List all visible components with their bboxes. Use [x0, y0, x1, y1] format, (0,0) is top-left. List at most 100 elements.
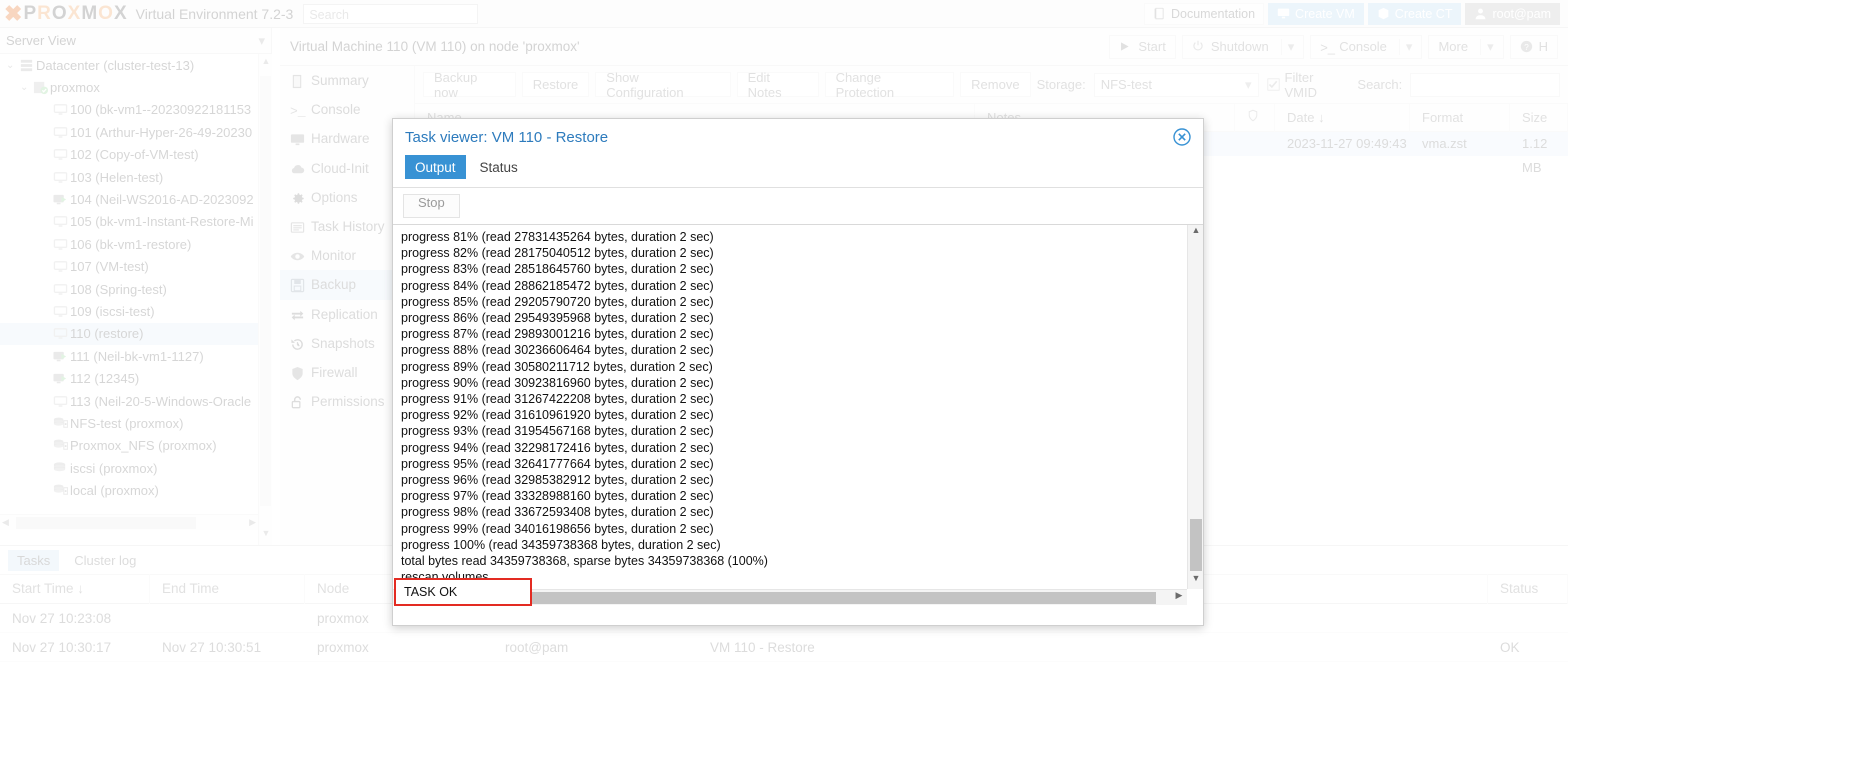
stop-button[interactable]: Stop [403, 194, 460, 218]
tree-item-103[interactable]: 103 (Helen-test) [0, 166, 271, 188]
scroll-right-icon[interactable]: ▶ [1171, 590, 1187, 606]
start-button[interactable]: Start [1109, 34, 1176, 59]
tree-item-107[interactable]: 107 (VM-test) [0, 256, 271, 278]
tab-cluster-log[interactable]: Cluster log [65, 550, 145, 571]
tree-item-100[interactable]: 100 (bk-vm1--20230922181153 [0, 99, 271, 121]
scroll-right-icon[interactable]: ▶ [249, 517, 256, 528]
log-line: progress 99% (read 34016198656 bytes, du… [401, 521, 714, 536]
create-vm-button[interactable]: Create VM [1268, 2, 1364, 25]
cell-start-time: Nov 27 10:23:08 [12, 610, 112, 626]
chevron-down-icon[interactable]: ▾ [1398, 38, 1412, 55]
status-badge [1488, 604, 1568, 633]
vm-menu-item-summary[interactable]: Summary [280, 66, 414, 95]
change-protection-button[interactable]: Change Protection [824, 70, 955, 100]
column-status[interactable]: Status [1488, 574, 1568, 604]
show-configuration-button[interactable]: Show Configuration [595, 70, 731, 100]
table-row[interactable]: Nov 27 10:30:17 Nov 27 10:30:51 proxmox roo… [0, 633, 1568, 662]
product-version-label: Virtual Environment 7.2-3 [135, 5, 294, 22]
shield-icon [1247, 104, 1260, 121]
tree-item-datacenter[interactable]: ⌄ Datacenter (cluster-test-13) [0, 54, 271, 76]
documentation-button[interactable]: Documentation [1143, 2, 1265, 25]
tree-item-102[interactable]: 102 (Copy-of-VM-test) [0, 144, 271, 166]
edit-notes-button[interactable]: Edit Notes [736, 70, 819, 100]
help-label: H [1538, 39, 1548, 54]
tree-item-109[interactable]: 109 (iscsi-test) [0, 300, 271, 322]
scrollbar-thumb[interactable] [16, 517, 196, 529]
tab-status[interactable]: Status [470, 155, 528, 179]
tree-item-label: 112 (12345) [70, 371, 140, 387]
filter-vmid-checkbox[interactable]: Filter VMID [1266, 70, 1350, 100]
remove-button[interactable]: Remove [960, 72, 1031, 97]
storage-select[interactable]: NFS-test ▾ [1093, 72, 1259, 97]
tree-horizontal-scrollbar[interactable]: ◀ ▶ [0, 514, 258, 530]
shutdown-button[interactable]: Shutdown ▾ [1181, 34, 1305, 59]
console-label: Console [1339, 39, 1387, 54]
vm-icon [53, 170, 70, 185]
vm-running-icon [53, 371, 70, 386]
global-search-input[interactable]: Search [303, 3, 479, 24]
log-line: progress 89% (read 30580211712 bytes, du… [401, 359, 713, 374]
tree-item-nfstest[interactable]: NFS-test (proxmox) [0, 412, 271, 434]
close-icon[interactable] [1173, 128, 1191, 146]
tree-item-proxmox[interactable]: ⌄ proxmox [0, 76, 271, 98]
tree-item-label: 106 (bk-vm1-restore) [70, 236, 192, 252]
tree-item-106[interactable]: 106 (bk-vm1-restore) [0, 233, 271, 255]
tree-item-113[interactable]: 113 (Neil-20-5-Windows-Oracle [0, 390, 271, 412]
console-button[interactable]: >_ Console ▾ [1310, 34, 1423, 59]
tab-tasks[interactable]: Tasks [8, 549, 60, 571]
more-button[interactable]: More ▾ [1428, 34, 1504, 59]
chevron-down-icon[interactable]: ⌄ [6, 60, 19, 71]
column-size[interactable]: Size [1510, 103, 1568, 132]
tree-item-110[interactable]: 110 (restore) [0, 322, 271, 346]
tree-item-111[interactable]: 111 (Neil-bk-vm1-1127) [0, 345, 271, 367]
chevron-down-icon[interactable]: ▾ [1280, 38, 1294, 55]
tree-item-104[interactable]: 104 (Neil-WS2016-AD-2023092 [0, 188, 271, 210]
view-selector[interactable]: Server View ▾ [0, 28, 272, 54]
tree-item-label: 102 (Copy-of-VM-test) [70, 147, 199, 163]
user-menu-button[interactable]: root@pam [1465, 2, 1560, 25]
scroll-up-icon[interactable]: ▲ [1188, 225, 1204, 241]
chevron-down-icon[interactable]: ▾ [1480, 38, 1494, 55]
tree-item-105[interactable]: 105 (bk-vm1-Instant-Restore-Mi [0, 211, 271, 233]
column-start-time[interactable]: Start Time ↓ [0, 574, 150, 604]
scrollbar-thumb[interactable] [260, 76, 271, 506]
column-format[interactable]: Format [1410, 103, 1510, 132]
column-date[interactable]: Date ↓ [1275, 103, 1410, 132]
vm-menu-item-label: Replication [311, 306, 378, 322]
scroll-down-icon[interactable]: ▼ [1188, 573, 1204, 589]
column-end-time[interactable]: End Time [150, 574, 305, 604]
log-vertical-scrollbar[interactable]: ▲ ▼ [1187, 225, 1203, 589]
tree-item-local[interactable]: local (proxmox) [0, 479, 271, 501]
list-icon [290, 220, 305, 233]
backup-search-input[interactable] [1410, 72, 1561, 97]
tree-item-iscsi[interactable]: iscsi (proxmox) [0, 457, 271, 479]
tree-item-proxmoxnfs[interactable]: Proxmox_NFS (proxmox) [0, 435, 271, 457]
scrollbar-thumb[interactable] [1190, 519, 1202, 571]
scroll-left-icon[interactable]: ◀ [2, 517, 9, 528]
tree-item-101[interactable]: 101 (Arthur-Hyper-26-49-20230 [0, 121, 271, 143]
tab-output[interactable]: Output [405, 155, 466, 179]
scroll-up-icon[interactable]: ▲ [259, 56, 273, 74]
create-ct-button[interactable]: Create CT [1367, 2, 1462, 25]
create-ct-label: Create CT [1394, 6, 1453, 21]
help-button[interactable]: ? H [1509, 34, 1558, 59]
chevron-down-icon[interactable]: ⌄ [20, 82, 33, 93]
task-ok-label: TASK OK [404, 585, 458, 599]
restore-button[interactable]: Restore [521, 72, 590, 97]
tree-vertical-scrollbar[interactable]: ▲ ▼ [258, 54, 272, 548]
vm-icon [53, 147, 70, 162]
vm-menu-item-label: Summary [311, 73, 369, 89]
log-line: progress 93% (read 31954567168 bytes, du… [401, 424, 714, 439]
scroll-down-icon[interactable]: ▼ [259, 528, 273, 546]
tree-item-112[interactable]: 112 (12345) [0, 367, 271, 389]
column-protected[interactable] [1235, 103, 1275, 132]
vm-menu-item-label: Hardware [311, 131, 370, 147]
vm-icon [53, 259, 70, 274]
server-tree[interactable]: ⌄ Datacenter (cluster-test-13) ⌄ proxmox 100… [0, 54, 272, 548]
log-line: progress 98% (read 33672593408 bytes, du… [401, 505, 714, 520]
log-line: progress 92% (read 31610961920 bytes, du… [401, 408, 714, 423]
documentation-label: Documentation [1170, 6, 1256, 21]
tree-item-label: 108 (Spring-test) [70, 281, 167, 297]
tree-item-108[interactable]: 108 (Spring-test) [0, 278, 271, 300]
backup-now-button[interactable]: Backup now [423, 70, 516, 100]
